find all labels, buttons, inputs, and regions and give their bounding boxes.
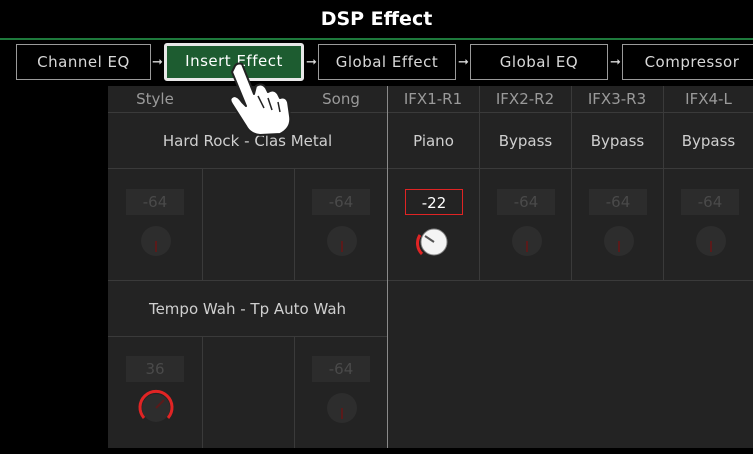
- song-knob[interactable]: [325, 224, 359, 258]
- column-header-ifx1: IFX1-R1: [403, 90, 463, 108]
- ifx1-name[interactable]: Piano: [388, 113, 479, 170]
- ifx4-knob[interactable]: [694, 224, 728, 258]
- arrow-icon: ➞: [610, 55, 621, 70]
- arrow-icon: ➞: [458, 55, 469, 70]
- title-divider: [0, 38, 753, 40]
- style-knob-2[interactable]: [134, 386, 178, 430]
- tab-channel-eq[interactable]: Channel EQ: [16, 44, 151, 80]
- song-knob-2[interactable]: [325, 391, 359, 425]
- ifx4-name[interactable]: Bypass: [664, 113, 753, 170]
- ifx2-value-display: -64: [497, 189, 555, 215]
- style-effect-name-2[interactable]: Tempo Wah - Tp Auto Wah: [108, 281, 387, 338]
- ifx3-value-display: -64: [589, 189, 647, 215]
- style-knob[interactable]: [139, 224, 173, 258]
- divider: [202, 168, 203, 280]
- column-header-song: Song: [322, 90, 360, 108]
- ifx4-value-display: -64: [681, 189, 739, 215]
- tab-compressor[interactable]: Compressor: [622, 44, 753, 80]
- tab-global-eq[interactable]: Global EQ: [470, 44, 608, 80]
- ifx2-name[interactable]: Bypass: [480, 113, 571, 170]
- column-header-ifx2: IFX2-R2: [495, 90, 555, 108]
- style-value-display: -64: [126, 189, 184, 215]
- ifx2-knob[interactable]: [510, 224, 544, 258]
- column-header-ifx4: IFX4-L: [685, 90, 732, 108]
- arrow-icon: ➞: [152, 55, 163, 70]
- hand-pointer-icon: [229, 62, 292, 136]
- ifx1-value-display: -22: [405, 189, 463, 215]
- ifx1-knob[interactable]: [412, 222, 452, 262]
- ifx3-knob[interactable]: [602, 224, 636, 258]
- song-value-display: -64: [312, 189, 370, 215]
- column-header-ifx3: IFX3-R3: [587, 90, 647, 108]
- arrow-icon: ➞: [306, 55, 317, 70]
- divider: [202, 336, 203, 448]
- column-header-style: Style: [136, 90, 174, 108]
- divider: [294, 336, 295, 448]
- divider: [294, 168, 295, 280]
- page-title: DSP Effect: [320, 8, 433, 30]
- ifx3-name[interactable]: Bypass: [572, 113, 663, 170]
- tab-global-effect[interactable]: Global Effect: [318, 44, 456, 80]
- style-value-display-2: 36: [126, 356, 184, 382]
- song-value-display-2: -64: [312, 356, 370, 382]
